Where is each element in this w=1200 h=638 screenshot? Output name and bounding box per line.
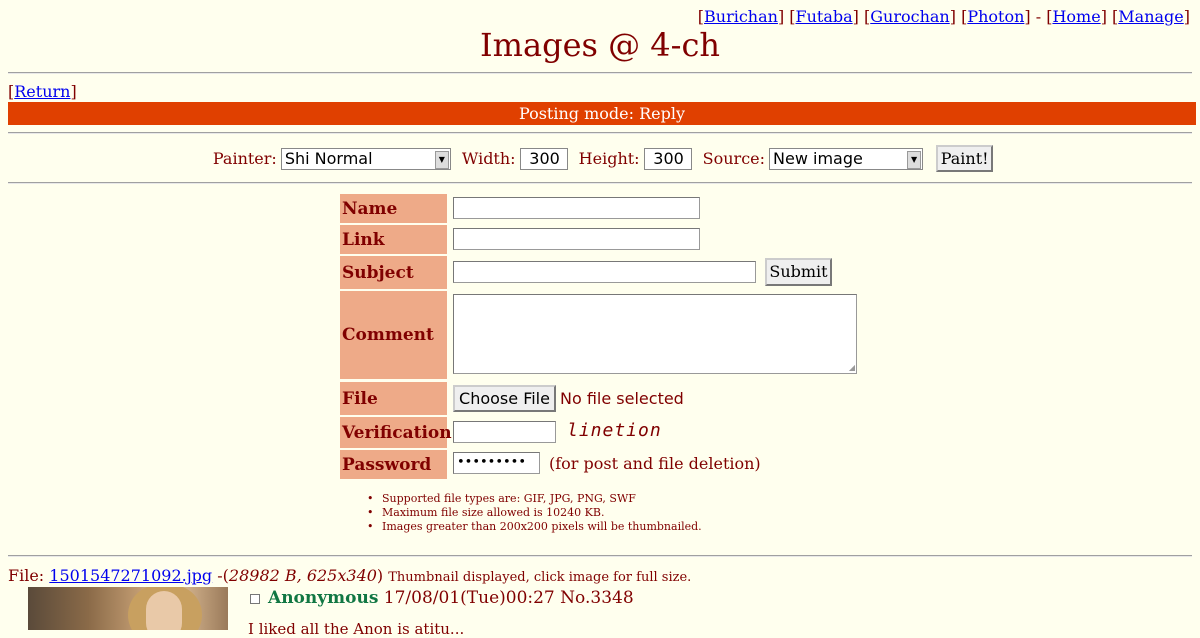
chevron-down-icon: ▼ [907,150,922,169]
page-title: Images @ 4-ch [480,26,720,64]
height-label: Height: [578,149,640,168]
rule-item: Supported file types are: GIF, JPG, PNG,… [367,492,702,506]
painter-select[interactable]: Shi Normal ▼ [280,147,451,170]
thumbnail-note: Thumbnail displayed, click image for ful… [388,570,692,585]
delete-checkbox[interactable] [250,593,260,604]
thumbnail-face-shape [146,591,182,630]
password-note: (for post and file deletion) [549,454,761,473]
divider [8,72,1192,74]
chevron-down-icon: ▼ [434,150,449,169]
no-file-text: No file selected [560,389,684,408]
nav-link-photon[interactable]: Photon [967,7,1024,26]
painter-label: Painter: [212,149,277,168]
nav-link-home[interactable]: Home [1052,7,1100,26]
password-label: Password [340,450,447,479]
post-date: 17/08/01(Tue)00:27 [383,588,555,608]
divider [8,555,1192,557]
post-thumbnail[interactable] [28,587,228,630]
file-link[interactable]: 1501547271092.jpg [49,566,212,585]
choose-file-button[interactable]: Choose File [453,385,556,412]
width-label: Width: [461,149,516,168]
width-input[interactable]: 300 [519,147,568,170]
source-label: Source: [702,149,766,168]
upload-rules: Supported file types are: GIF, JPG, PNG,… [367,492,702,534]
return-link[interactable]: Return [14,82,70,101]
resize-handle-icon[interactable]: ◢ [849,364,855,372]
height-input[interactable]: 300 [643,147,692,170]
posting-mode-bar: Posting mode: Reply [8,102,1196,125]
link-input[interactable] [453,228,700,250]
board-nav: [Burichan] [Futaba] [Gurochan] [Photon] … [697,7,1190,26]
nav-link-gurochan[interactable]: Gurochan [870,7,949,26]
source-select[interactable]: New image ▼ [769,147,924,170]
comment-textarea[interactable]: ◢ [453,294,857,374]
link-label: Link [340,225,447,254]
verification-input[interactable] [453,421,556,443]
post-number[interactable]: No.3348 [560,588,633,608]
post-header: Anonymous 17/08/01(Tue)00:27 No.3348 [250,588,634,608]
file-prefix: File: [8,566,45,585]
verification-label: Verification [340,417,452,448]
rule-item: Maximum file size allowed is 10240 KB. [367,506,702,520]
poster-name: Anonymous [268,588,379,608]
nav-separator: - [1035,7,1042,26]
name-input[interactable] [453,197,700,219]
comment-label: Comment [340,291,447,379]
nav-link-manage[interactable]: Manage [1118,7,1183,26]
painter-toolbar: Painter: Shi Normal ▼ Width: 300 Height: 300… [0,145,1200,172]
nav-link-burichan[interactable]: Burichan [704,7,778,26]
painter-select-value: Shi Normal [284,148,373,168]
post-file-info: File: 1501547271092.jpg -(28982 B, 625x3… [8,566,692,585]
file-label: File [340,382,447,415]
paint-button[interactable]: Paint! [936,145,994,172]
captcha-image: linetion [567,420,662,441]
return-nav: [Return] [8,82,77,101]
subject-input[interactable] [453,261,756,283]
file-meta: 28982 B, 625x340 [228,566,377,585]
submit-button[interactable]: Submit [765,258,832,286]
subject-label: Subject [340,256,447,289]
password-input[interactable]: ••••••••• [453,452,540,474]
name-label: Name [340,194,447,223]
divider [8,132,1192,134]
rule-item: Images greater than 200x200 pixels will … [367,520,702,534]
source-select-value: New image [773,148,863,168]
post-comment: I liked all the Anon is atitu... [248,620,465,638]
nav-link-futaba[interactable]: Futaba [796,7,853,26]
divider [8,182,1192,184]
